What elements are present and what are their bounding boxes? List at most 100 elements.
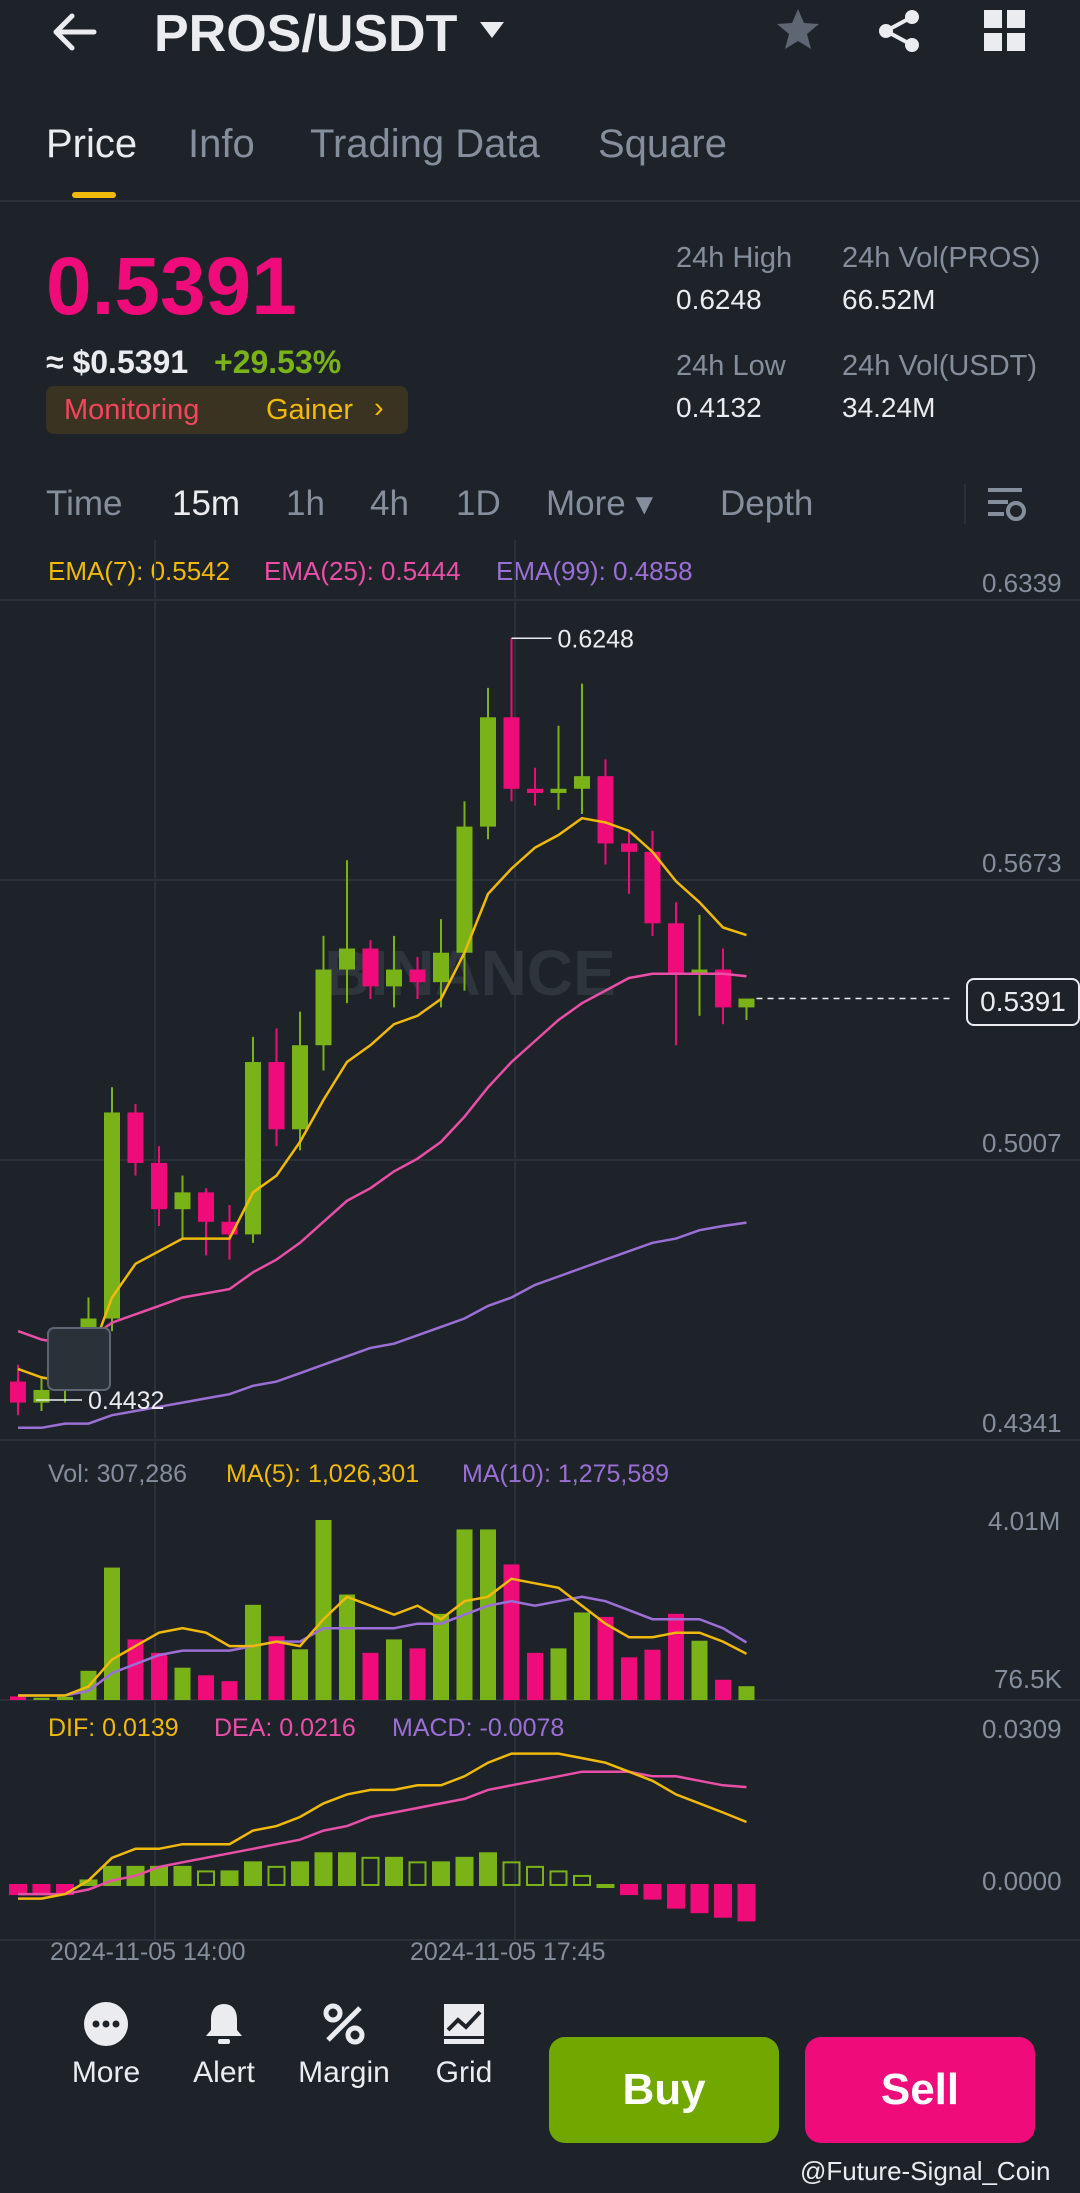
candle-body <box>574 776 590 789</box>
percent-icon[interactable] <box>284 2000 404 2059</box>
vol-label: Vol: 307,286 <box>48 1460 188 1488</box>
share-icon[interactable] <box>876 8 922 59</box>
macd-bar <box>502 1861 521 1887</box>
candle-body <box>456 826 473 953</box>
volume-bar <box>104 1567 120 1700</box>
macd-bar <box>267 1865 286 1887</box>
bell-icon[interactable] <box>164 2000 284 2059</box>
volume-bar <box>574 1612 590 1700</box>
volume-bar <box>33 1697 50 1700</box>
macd-bar <box>455 1856 474 1887</box>
interval-depth[interactable]: Depth <box>720 484 813 524</box>
divider <box>0 200 1080 202</box>
candle-body <box>597 776 614 844</box>
candle-body <box>409 969 426 983</box>
nav-grid[interactable]: Grid <box>404 2056 524 2090</box>
tag-monitoring[interactable]: Monitoring <box>64 394 199 427</box>
tab-info[interactable]: Info <box>188 122 255 167</box>
candle-body <box>362 948 379 987</box>
macd-bar <box>338 1852 356 1886</box>
chart-settings-icon[interactable] <box>986 484 1026 529</box>
volume-bar <box>221 1681 238 1700</box>
vol-base-label: 24h Vol(PROS) <box>842 242 1041 274</box>
interval-more[interactable]: More ▾ <box>546 484 653 524</box>
volume-bar <box>386 1639 402 1700</box>
volume-bar <box>245 1604 261 1700</box>
nav-more[interactable]: More <box>46 2056 166 2090</box>
price-tick: 0.4341 <box>982 1408 1062 1438</box>
candle-body <box>10 1381 26 1403</box>
macd-label: MACD: -0.0078 <box>392 1714 565 1742</box>
candle-body <box>292 1045 308 1130</box>
volume-bar <box>10 1696 26 1700</box>
interval-1d[interactable]: 1D <box>456 484 501 524</box>
vol-quote-label: 24h Vol(USDT) <box>842 350 1038 382</box>
macd-bar <box>479 1852 497 1886</box>
vol-tick: 76.5K <box>994 1664 1062 1694</box>
tab-trading-data[interactable]: Trading Data <box>310 122 540 167</box>
high-value: 0.6248 <box>676 284 762 315</box>
nav-alert[interactable]: Alert <box>164 2056 284 2090</box>
tag-gainer[interactable]: Gainer <box>266 394 353 427</box>
interval-15m[interactable]: 15m <box>172 484 240 524</box>
volume-bar <box>621 1657 637 1700</box>
interval-1h[interactable]: 1h <box>286 484 325 524</box>
volume-bar <box>268 1636 285 1700</box>
chevron-right-icon[interactable]: › <box>374 392 384 425</box>
macd-bar <box>549 1870 568 1886</box>
interval-divider <box>964 484 966 524</box>
candle-body <box>151 1162 167 1210</box>
vol-ma10-line <box>18 1595 748 1697</box>
more-dots-icon[interactable] <box>46 2000 166 2059</box>
candle-body <box>174 1192 191 1210</box>
volume-bar <box>503 1564 520 1700</box>
buy-button[interactable]: Buy <box>549 2037 779 2143</box>
vol-ma5-line <box>18 1577 748 1697</box>
nav-margin[interactable]: Margin <box>284 2056 404 2090</box>
volume-bar <box>738 1686 755 1700</box>
macd-bar <box>620 1884 638 1896</box>
high-label: 24h High <box>676 242 793 274</box>
caret-down-icon[interactable] <box>478 14 506 48</box>
dea-label: DEA: 0.0216 <box>214 1714 356 1742</box>
macd-bar <box>220 1870 239 1886</box>
volume-bar <box>409 1648 426 1700</box>
time-tick: 2024-11-05 14:00 <box>50 1938 246 1966</box>
low-value: 0.4132 <box>676 392 762 423</box>
macd-bar <box>173 1865 192 1887</box>
current-price-tag: 0.5391 <box>966 978 1080 1026</box>
candle-body <box>268 1062 285 1130</box>
grid-icon[interactable] <box>984 10 1026 57</box>
macd-bar <box>32 1884 51 1896</box>
star-icon[interactable] <box>774 6 822 59</box>
price-tick: 0.5007 <box>982 1128 1062 1158</box>
macd-bar <box>643 1884 662 1900</box>
price-change: +29.53% <box>214 344 342 380</box>
volume-bar <box>292 1649 308 1700</box>
grid-chart-icon[interactable] <box>404 2000 524 2059</box>
candle-body <box>315 969 332 1046</box>
ma10-label: MA(10): 1,275,589 <box>462 1460 670 1488</box>
interval-4h[interactable]: 4h <box>370 484 409 524</box>
tab-price[interactable]: Price <box>46 122 137 167</box>
high-marker-label: 0.6248 <box>558 625 634 653</box>
vol-quote-value: 34.24M <box>842 392 936 423</box>
vol-tick: 4.01M <box>988 1506 1061 1536</box>
pair-title[interactable]: PROS/USDT <box>154 4 457 64</box>
ema7-line <box>17 816 747 1383</box>
candle-body <box>668 923 684 974</box>
kline-chart[interactable]: BINANCE0.62480.4432 <box>0 540 1080 1980</box>
macd-bar <box>408 1861 427 1887</box>
tab-square[interactable]: Square <box>598 122 727 167</box>
macd-bar <box>291 1861 309 1887</box>
volume-bar <box>315 1520 332 1700</box>
macd-bar <box>714 1884 732 1918</box>
vol-base-value: 66.52M <box>842 284 936 315</box>
macd-bar <box>667 1884 685 1909</box>
sell-button[interactable]: Sell <box>805 2037 1035 2143</box>
back-arrow-icon[interactable] <box>50 10 100 62</box>
dif-label: DIF: 0.0139 <box>48 1714 179 1742</box>
macd-bar <box>244 1861 262 1887</box>
interval-time[interactable]: Time <box>46 484 122 524</box>
volume-bar <box>174 1667 191 1700</box>
